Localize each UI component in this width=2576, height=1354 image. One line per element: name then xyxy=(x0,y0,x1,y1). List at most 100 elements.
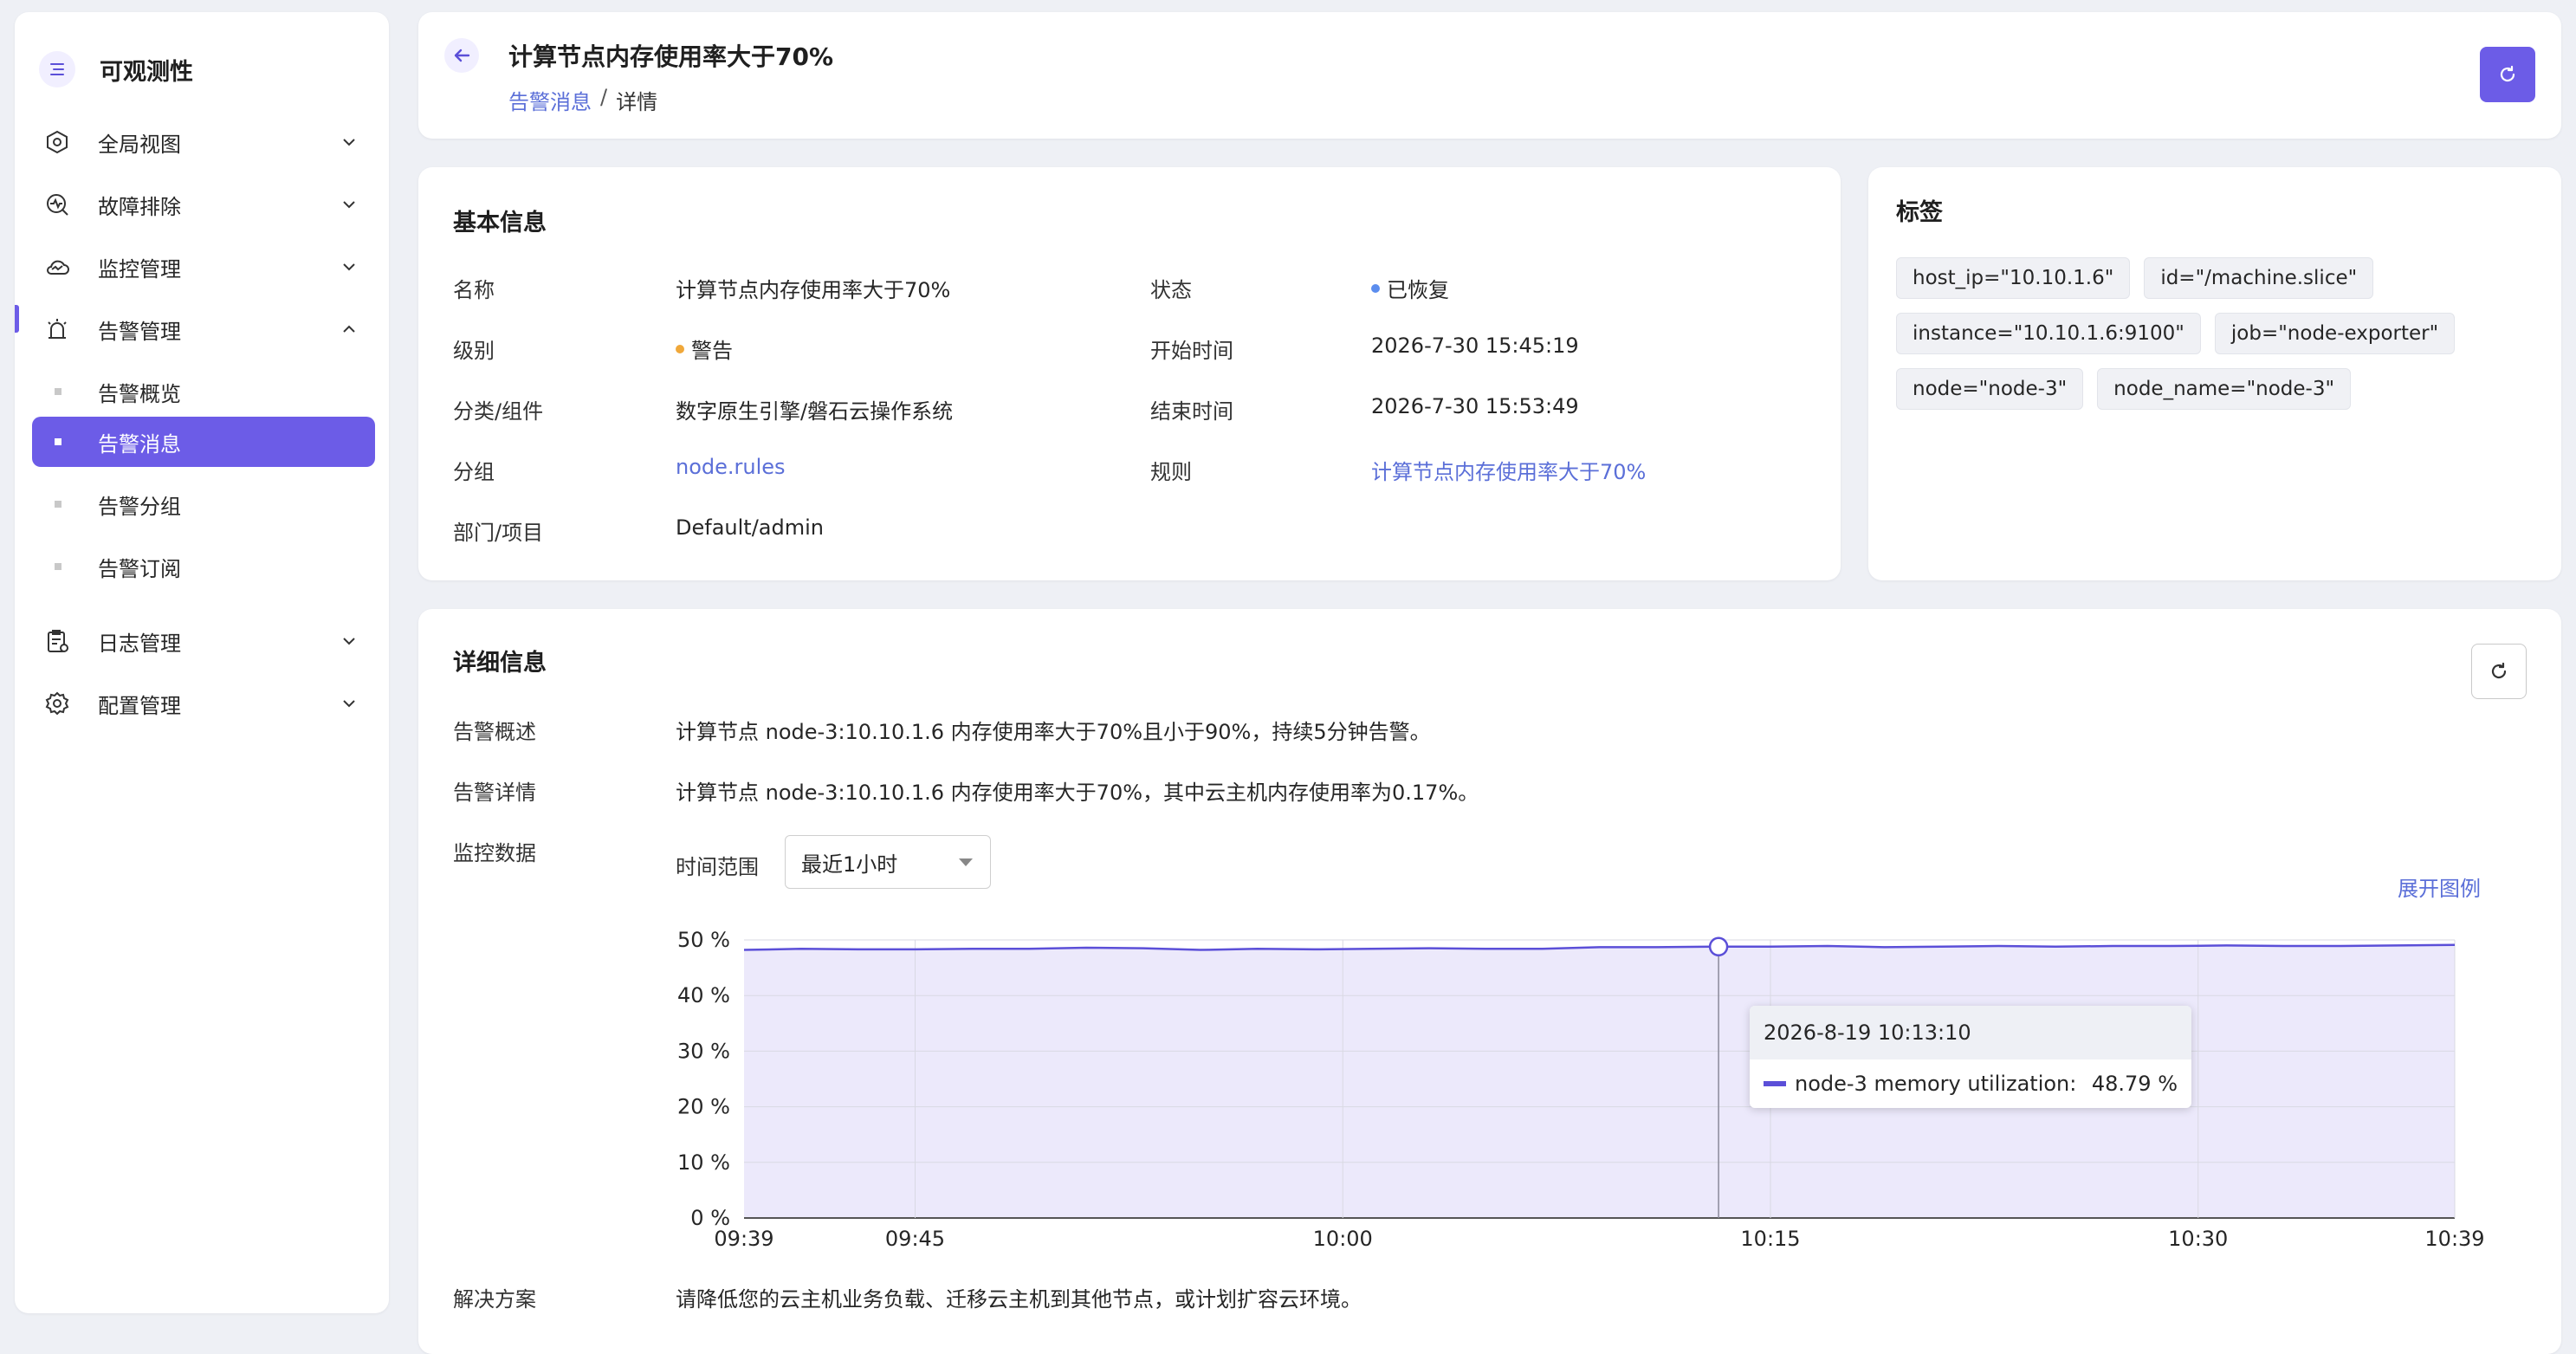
sidebar-item-troubleshoot[interactable]: 故障排除 xyxy=(32,179,375,230)
tag: job="node-exporter" xyxy=(2214,313,2456,354)
recovered-dot-icon xyxy=(1371,283,1380,293)
end-time-label: 结束时间 xyxy=(1150,399,1233,424)
section-title: 标签 xyxy=(1896,199,1943,226)
rule-label: 规则 xyxy=(1150,460,1192,484)
status-text: 已恢复 xyxy=(1387,278,1449,302)
arrow-left-icon xyxy=(454,49,470,62)
cloud-monitor-icon xyxy=(42,252,72,282)
breadcrumb-separator: / xyxy=(600,85,608,109)
sidebar-item-logs[interactable]: 日志管理 xyxy=(32,616,375,666)
y-tick-label: 50 % xyxy=(677,928,730,952)
tooltip-row: node-3 memory utilization: 48.79 % xyxy=(1750,1059,2191,1108)
end-time-value: 2026-7-30 15:53:49 xyxy=(1371,394,1579,418)
chevron-down-icon xyxy=(339,631,359,651)
refresh-button[interactable] xyxy=(2480,47,2535,102)
y-tick-label: 20 % xyxy=(677,1095,730,1119)
solution-value: 请降低您的云主机业务负载、迁移云主机到其他节点，或计划扩容云环境。 xyxy=(676,1287,1362,1312)
sidebar-item-label: 告警订阅 xyxy=(98,556,181,581)
back-button[interactable] xyxy=(444,38,479,73)
tags-card: 标签 host_ip="10.10.1.6" id="/machine.slic… xyxy=(1868,167,2561,580)
tooltip-series-value: 48.79 % xyxy=(2091,1072,2178,1096)
sidebar-item-label: 告警消息 xyxy=(98,431,181,457)
status-label: 状态 xyxy=(1150,278,1192,302)
tag: id="/machine.slice" xyxy=(2144,257,2374,299)
tag: node_name="node-3" xyxy=(2097,368,2352,410)
sidebar-item-alert-messages[interactable]: 告警消息 xyxy=(32,417,375,467)
category-label: 分类/组件 xyxy=(453,399,544,424)
chart-tooltip: 2026-8-19 10:13:10 node-3 memory utiliza… xyxy=(1750,1006,2191,1108)
breadcrumb-parent-link[interactable]: 告警消息 xyxy=(508,85,592,115)
group-link[interactable]: node.rules xyxy=(676,455,786,479)
sidebar-item-label: 日志管理 xyxy=(98,631,181,656)
chevron-up-icon xyxy=(339,319,359,340)
status-value: 已恢复 xyxy=(1371,273,1449,303)
bullet xyxy=(55,388,61,395)
tooltip-series-name: node-3 memory utilization: xyxy=(1795,1072,2077,1096)
bullet xyxy=(55,563,61,570)
sidebar-item-alert[interactable]: 告警管理 xyxy=(32,304,375,354)
sidebar-item-alert-overview[interactable]: 告警概览 xyxy=(32,366,375,417)
bullet xyxy=(55,438,61,445)
warning-dot-icon xyxy=(676,344,684,353)
category-value: 数字原生引擎/磐石云操作系统 xyxy=(676,399,954,424)
name-label: 名称 xyxy=(453,278,495,302)
sidebar-item-label: 告警管理 xyxy=(98,319,181,344)
tag: host_ip="10.10.1.6" xyxy=(1896,257,2131,299)
alarm-icon xyxy=(42,314,72,344)
group-label: 分组 xyxy=(453,460,495,484)
detail-card: 详细信息 告警概述 计算节点 node-3:10.10.1.6 内存使用率大于7… xyxy=(418,609,2561,1354)
tag: instance="10.10.1.6:9100" xyxy=(1896,313,2201,354)
solution-label: 解决方案 xyxy=(453,1287,536,1312)
page-title: 计算节点内存使用率大于70% xyxy=(508,42,834,71)
sidebar-item-label: 全局视图 xyxy=(98,132,181,157)
sidebar-item-monitor[interactable]: 监控管理 xyxy=(32,242,375,292)
sidebar-item-label: 告警概览 xyxy=(98,381,181,406)
sidebar-item-label: 配置管理 xyxy=(98,693,181,718)
chevron-down-icon xyxy=(339,693,359,714)
sidebar-item-global-view[interactable]: 全局视图 xyxy=(32,117,375,167)
highlight-point xyxy=(1708,936,1729,957)
chevron-down-icon xyxy=(339,194,359,215)
sidebar-item-label: 故障排除 xyxy=(98,194,181,219)
sidebar-item-alert-subscribe[interactable]: 告警订阅 xyxy=(32,541,375,592)
x-tick-label: 09:39 xyxy=(714,1227,773,1251)
y-tick-label: 10 % xyxy=(677,1150,730,1175)
bullet xyxy=(55,501,61,508)
log-clipboard-icon xyxy=(42,626,72,656)
dept-value: Default/admin xyxy=(676,515,824,540)
sidebar-item-label: 告警分组 xyxy=(98,494,181,519)
series-swatch xyxy=(1764,1081,1786,1086)
y-tick-label: 40 % xyxy=(677,983,730,1007)
chevron-down-icon xyxy=(339,256,359,277)
dept-label: 部门/项目 xyxy=(453,521,544,545)
breadcrumb: 告警消息 / 详情 xyxy=(508,85,657,115)
start-time-value: 2026-7-30 15:45:19 xyxy=(1371,334,1579,358)
brand: 可观测性 xyxy=(39,43,193,95)
level-value: 警告 xyxy=(676,334,733,364)
sidebar-item-label: 监控管理 xyxy=(98,256,181,282)
x-tick-label: 10:30 xyxy=(2168,1227,2228,1251)
x-tick-label: 09:45 xyxy=(885,1227,945,1251)
start-time-label: 开始时间 xyxy=(1150,339,1233,363)
x-tick-label: 10:00 xyxy=(1313,1227,1373,1251)
breadcrumb-current: 详情 xyxy=(616,90,658,114)
troubleshoot-icon xyxy=(42,190,72,219)
sidebar: 可观测性 全局视图 故障排除 监控管理 告警管理 告警概览 告警消息 告警分组 … xyxy=(15,12,389,1313)
active-group-indicator xyxy=(15,305,19,333)
sidebar-item-config[interactable]: 配置管理 xyxy=(32,678,375,729)
tooltip-time: 2026-8-19 10:13:10 xyxy=(1750,1006,2191,1059)
menu-toggle-icon[interactable] xyxy=(39,51,75,87)
sidebar-item-alert-groups[interactable]: 告警分组 xyxy=(32,479,375,529)
gear-icon xyxy=(42,689,72,718)
memory-chart: 0 %10 %20 %30 %40 %50 %09:39 09:45 10:00 10… xyxy=(677,928,2485,1251)
basic-info-card: 基本信息 名称 计算节点内存使用率大于70% 级别 警告 分类/组件 数字原生引… xyxy=(418,167,1841,580)
name-value: 计算节点内存使用率大于70% xyxy=(676,278,951,302)
x-tick-label: 10:39 xyxy=(2424,1227,2484,1251)
cluster-icon xyxy=(42,127,72,157)
level-label: 级别 xyxy=(453,339,495,363)
refresh-icon xyxy=(2500,65,2515,82)
rule-link[interactable]: 计算节点内存使用率大于70% xyxy=(1371,455,1646,485)
page-header: 计算节点内存使用率大于70% 告警消息 / 详情 xyxy=(418,12,2561,139)
x-tick-label: 10:15 xyxy=(1740,1227,1800,1251)
y-tick-label: 30 % xyxy=(677,1039,730,1063)
